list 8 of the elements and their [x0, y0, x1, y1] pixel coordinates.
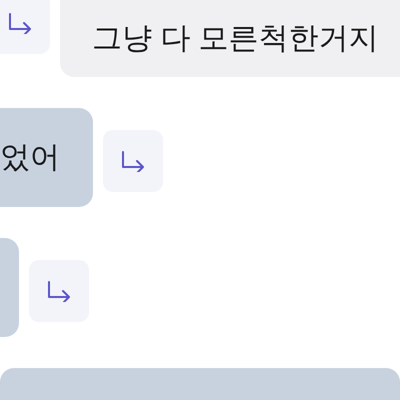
reply-arrow-icon [7, 12, 33, 34]
reply-button[interactable] [29, 260, 89, 322]
message-text: 었어 [0, 140, 60, 176]
message-text: 그냥 다 모른척한거지 [92, 21, 379, 57]
reply-arrow-icon [120, 150, 146, 172]
reply-button[interactable] [103, 130, 163, 192]
reply-button[interactable] [0, 0, 50, 54]
reply-arrow-icon [46, 280, 72, 302]
